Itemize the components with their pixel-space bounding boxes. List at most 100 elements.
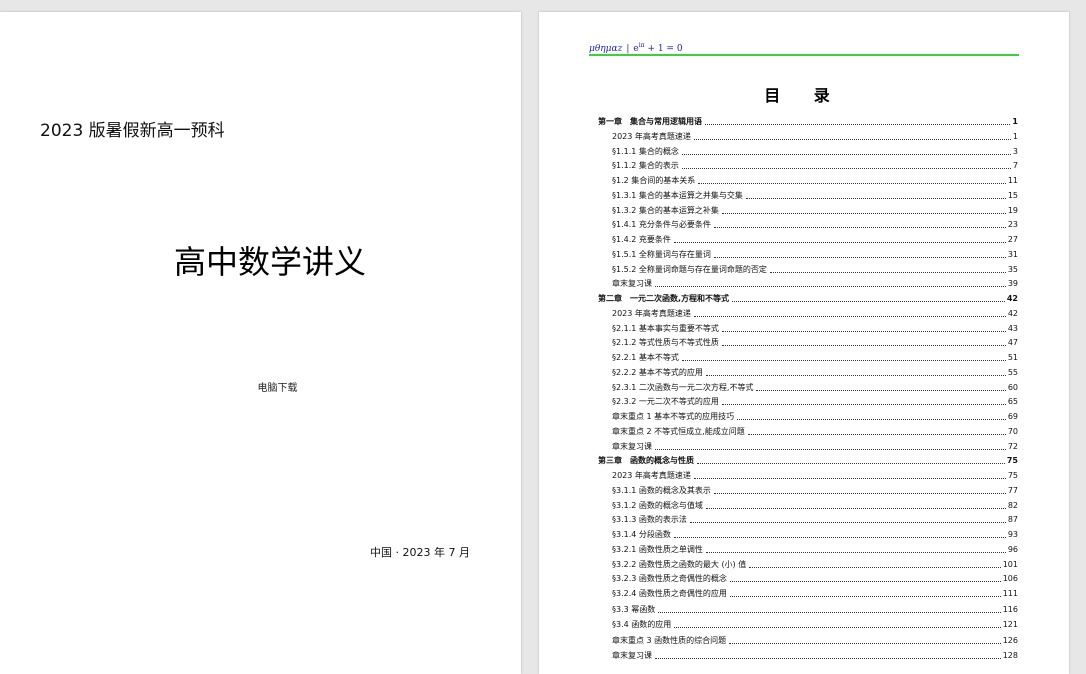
cover-download-note: 电脑下载	[257, 383, 298, 394]
toc-section-entry[interactable]: §3.2.4 函数性质之奇偶性的应用 111	[598, 587, 1018, 599]
toc-dot-leader	[655, 286, 1006, 288]
toc-entry-label: §3.1.4 分段函数	[612, 530, 671, 539]
toc-entry-page-number: 69	[1007, 412, 1018, 421]
cover-subtitle: 2023 版暑假新高一预科	[40, 121, 225, 141]
toc-section-entry[interactable]: §3.2.3 函数性质之奇偶性的概念 106	[598, 572, 1018, 584]
toc-section-entry[interactable]: 2023 年高考真题速递 42	[598, 307, 1018, 319]
toc-entry-label: §3.4 函数的应用	[612, 620, 672, 629]
toc-entry-page-number: 75	[1006, 456, 1018, 466]
toc-section-entry[interactable]: §3.4 函数的应用 121	[598, 618, 1018, 630]
toc-dot-leader	[693, 138, 1011, 140]
toc-section-entry[interactable]: §3.1.1 函数的概念及其表示 77	[598, 484, 1018, 496]
toc-section-entry[interactable]: §1.4.2 充要条件 27	[598, 233, 1018, 245]
toc-entry-label: §1.1.1 集合的概念	[612, 146, 679, 156]
toc-section-entry[interactable]: §3.1.4 分段函数 93	[598, 528, 1018, 540]
toc-section-entry[interactable]: 章末重点 2 不等式恒成立,能成立问题 70	[598, 425, 1018, 437]
toc-entry-label: 章末复习课	[612, 279, 652, 289]
toc-section-entry[interactable]: §1.3.1 集合的基本运算之并集与交集 15	[598, 189, 1018, 201]
toc-entry-page-number: 82	[1007, 500, 1018, 510]
toc-section-entry[interactable]: §3.3 幂函数 116	[598, 603, 1018, 615]
toc-entry-page-number: 65	[1007, 397, 1018, 407]
toc-section-entry[interactable]: §2.1.2 等式性质与不等式性质 47	[598, 336, 1018, 348]
toc-chapter-entry[interactable]: 第三章 函数的概念与性质 75	[598, 454, 1018, 466]
toc-entry-label: 章末重点 1 基本不等式的应用技巧	[612, 412, 735, 421]
toc-section-entry[interactable]: §1.4.1 充分条件与必要条件 23	[598, 218, 1018, 230]
toc-entry-page-number: 106	[1002, 574, 1018, 584]
toc-dot-leader	[721, 330, 1006, 332]
toc-dot-leader	[705, 551, 1006, 553]
toc-section-entry[interactable]: §1.1.2 集合的表示 7	[598, 159, 1018, 171]
toc-entry-label: §2.1.1 基本事实与重要不等式	[612, 323, 719, 333]
toc-chapter-entry[interactable]: 第一章 集合与常用逻辑用语 1	[598, 115, 1018, 127]
toc-entry-page-number: 60	[1007, 382, 1018, 392]
toc-section-entry[interactable]: 章末复习课 39	[598, 277, 1018, 289]
toc-entry-page-number: 42	[1006, 294, 1018, 303]
toc-entry-label: §3.1.3 函数的表示法	[612, 515, 687, 525]
toc-section-entry[interactable]: §1.5.2 全称量词命题与存在量词命题的否定 35	[598, 263, 1018, 275]
toc-dot-leader	[705, 124, 1011, 125]
toc-section-entry[interactable]: 章末复习课 72	[598, 440, 1018, 452]
toc-dot-leader	[729, 642, 1001, 644]
toc-section-entry[interactable]: §1.2 集合间的基本关系 11	[598, 174, 1018, 186]
toc-entry-page-number: 1	[1012, 131, 1018, 141]
toc-section-entry[interactable]: §2.3.2 一元二次不等式的应用 65	[598, 395, 1018, 407]
toc-section-entry[interactable]: 2023 年高考真题速递 75	[598, 469, 1018, 481]
toc-entry-page-number: 42	[1007, 308, 1018, 318]
toc-entry-page-number: 31	[1007, 249, 1018, 259]
toc-section-entry[interactable]: §1.5.1 全称量词与存在量词 31	[598, 248, 1018, 260]
toc-dot-leader	[681, 153, 1011, 155]
toc-dot-leader	[673, 537, 1006, 538]
toc-section-entry[interactable]: §2.2.2 基本不等式的应用 55	[598, 366, 1018, 378]
toc-entry-page-number: 51	[1007, 353, 1018, 362]
running-head-formula: eiπ + 1 = 0	[633, 42, 682, 54]
toc-section-entry[interactable]: §3.2.2 函数性质之函数的最大 (小) 值 101	[598, 558, 1018, 570]
toc-dot-leader	[721, 212, 1006, 214]
toc-section-entry[interactable]: §3.2.1 函数性质之单调性 96	[598, 543, 1018, 555]
toc-dot-leader	[745, 197, 1006, 199]
toc-entry-page-number: 55	[1007, 367, 1018, 377]
toc-dot-leader	[705, 507, 1006, 509]
toc-entry-label: §3.1.1 函数的概念及其表示	[612, 485, 711, 495]
toc-entry-page-number: 87	[1007, 515, 1018, 525]
toc-entry-page-number: 128	[1002, 651, 1018, 660]
toc-entry-label: 2023 年高考真题速递	[612, 131, 691, 141]
toc-entry-page-number: 111	[1002, 589, 1018, 598]
toc-entry-label: §1.5.2 全称量词命题与存在量词命题的否定	[612, 264, 767, 274]
toc-dot-leader	[713, 492, 1006, 494]
toc-dot-leader	[705, 374, 1006, 376]
toc-entry-page-number: 11	[1007, 176, 1018, 185]
toc-section-entry[interactable]: 章末重点 3 函数性质的综合问题 126	[598, 634, 1018, 646]
toc-section-entry[interactable]: §2.3.1 二次函数与一元二次方程,不等式 60	[598, 381, 1018, 393]
toc-section-entry[interactable]: 章末复习课 128	[598, 649, 1018, 661]
toc-section-entry[interactable]: 章末重点 1 基本不等式的应用技巧 69	[598, 410, 1018, 422]
toc-dot-leader	[729, 596, 1001, 597]
toc-section-entry[interactable]: §1.3.2 集合的基本运算之补集 19	[598, 204, 1018, 216]
toc-entry-page-number: 27	[1007, 235, 1018, 244]
toc-entry-label: §3.3 幂函数	[612, 604, 656, 614]
toc-dot-leader	[737, 419, 1006, 420]
toc-entry-label: §1.2 集合间的基本关系	[612, 176, 696, 185]
toc-dot-leader	[769, 271, 1006, 273]
toc-section-entry[interactable]: §2.1.1 基本事实与重要不等式 43	[598, 322, 1018, 334]
toc-entry-label: §2.3.1 二次函数与一元二次方程,不等式	[612, 382, 754, 392]
toc-section-entry[interactable]: §3.1.3 函数的表示法 87	[598, 513, 1018, 525]
document-page-toc: μθημαz | eiπ + 1 = 0 目 录 第一章 集合与常用逻辑用语 1 2…	[539, 12, 1069, 674]
document-page-cover: 2023 版暑假新高一预科 高中数学讲义 电脑下载 中国 · 2023 年 7 …	[0, 12, 521, 674]
running-head-separator: |	[626, 44, 630, 54]
toc-section-entry[interactable]: §3.1.2 函数的概念与值域 82	[598, 499, 1018, 511]
toc-section-entry[interactable]: 2023 年高考真题速递 1	[598, 130, 1018, 142]
toc-entry-label: §3.2.2 函数性质之函数的最大 (小) 值	[612, 559, 747, 569]
cover-title: 高中数学讲义	[173, 243, 366, 281]
toc-section-entry[interactable]: §1.1.1 集合的概念 3	[598, 145, 1018, 157]
toc-entry-label: 章末复习课	[612, 651, 652, 660]
toc-dot-leader	[713, 227, 1006, 229]
toc-entry-label: §3.2.1 函数性质之单调性	[612, 544, 703, 554]
toc-entry-page-number: 7	[1012, 161, 1018, 171]
toc-entry-page-number: 39	[1007, 279, 1018, 289]
toc-entry-page-number: 19	[1007, 205, 1018, 215]
running-head-rule	[589, 54, 1019, 56]
toc-section-entry[interactable]: §2.2.1 基本不等式 51	[598, 351, 1018, 363]
toc-chapter-entry[interactable]: 第二章 一元二次函数,方程和不等式 42	[598, 292, 1018, 304]
toc-dot-leader	[673, 242, 1006, 243]
toc-dot-leader	[655, 658, 1001, 659]
